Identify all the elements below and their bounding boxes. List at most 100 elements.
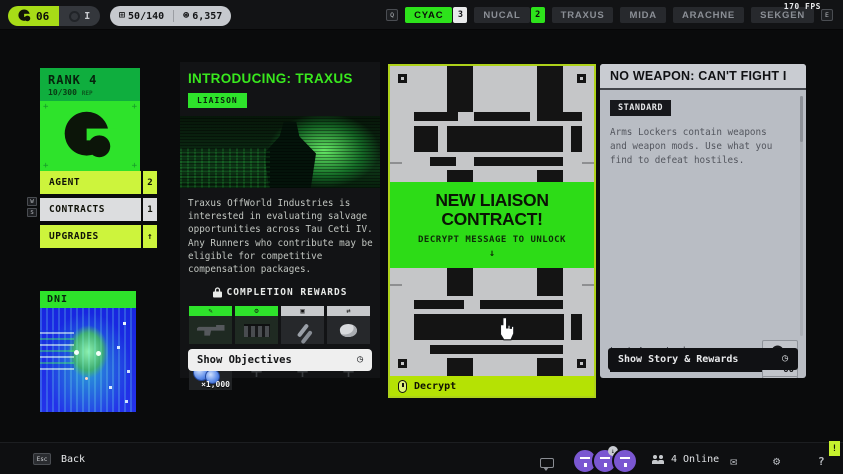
- credits-icon: ⊛: [183, 11, 189, 21]
- box-icon: ▣: [281, 306, 324, 316]
- finder-marker: [577, 74, 586, 83]
- w-keycap: W: [27, 197, 37, 206]
- squad-segment[interactable]: 06: [8, 6, 59, 26]
- cyac-logo-icon: [18, 9, 32, 23]
- ring-icon: [69, 11, 80, 22]
- avatar-logo-icon: [599, 456, 611, 467]
- reward-tile-weapon[interactable]: ✎: [189, 306, 232, 344]
- contract-banner: NEW LIAISON CONTRACT! DECRYPT MESSAGE TO…: [390, 182, 594, 268]
- tab-nucal[interactable]: NUCAL 2: [474, 7, 544, 23]
- gear-icon: ⚙: [235, 306, 278, 316]
- reward-tiles-row: ✎ ⚙ ▣ ⇄: [189, 306, 380, 344]
- clock-icon: ◷: [357, 355, 363, 365]
- rep-unit: REP: [82, 90, 93, 97]
- scrollbar-thumb[interactable]: [800, 96, 803, 142]
- credits-count: 6,357: [192, 11, 222, 22]
- barcode-bottom: [390, 268, 594, 376]
- decrypt-button[interactable]: Decrypt: [390, 376, 594, 396]
- squad-pill[interactable]: 06 I: [8, 6, 100, 26]
- contract-title: NEW LIAISON CONTRACT!: [412, 191, 572, 228]
- grid-icon: ⊞: [119, 11, 125, 21]
- online-status[interactable]: 4 Online: [652, 454, 719, 465]
- finder-marker: [398, 359, 407, 368]
- squad-number: 06: [36, 10, 49, 23]
- tab-nucal-badge: 2: [531, 7, 545, 23]
- mission-panel: NO WEAPON: CAN'T FIGHT I STANDARD Arms L…: [600, 64, 806, 378]
- tab-arachne[interactable]: ARACHNE: [673, 7, 744, 23]
- reward-tile-ammo[interactable]: ▣: [281, 306, 324, 344]
- alert-badge[interactable]: !: [829, 441, 840, 456]
- attachment-item-icon: [244, 324, 270, 337]
- show-objectives-button[interactable]: Show Objectives ◷: [188, 349, 372, 371]
- barcode-top: [390, 66, 594, 182]
- avatar-logo-icon: [579, 456, 591, 467]
- tab-mida[interactable]: MIDA: [620, 7, 665, 23]
- inventory-count: 50/140: [128, 11, 164, 22]
- finder-marker: [398, 74, 407, 83]
- faction-tab-bar: Q CYAC 3 NUCAL 2 TRAXUS MIDA ARACHNE SEK…: [386, 7, 833, 23]
- swap-icon: ⇄: [327, 306, 370, 316]
- back-button[interactable]: Esc Back: [33, 453, 85, 465]
- rank-panel: RANK 4 10/300 REP + + + +: [40, 68, 140, 173]
- finder-marker: [577, 359, 586, 368]
- credits-stat: ⊛ 6,357: [174, 6, 231, 26]
- sidebar-item-upgrades[interactable]: UPGRADES ↑: [40, 225, 157, 248]
- dni-portrait-image: [40, 308, 136, 412]
- clock-icon: ◷: [782, 354, 788, 364]
- fps-counter: 170 FPS: [784, 2, 821, 11]
- e-keycap: E: [821, 9, 833, 21]
- down-arrow-icon: ↓: [489, 248, 495, 259]
- encrypted-contract-card[interactable]: NEW LIAISON CONTRACT! DECRYPT MESSAGE TO…: [388, 64, 596, 398]
- ammo-item-icon: [296, 323, 308, 337]
- show-story-rewards-button[interactable]: Show Story & Rewards ◷: [608, 348, 798, 370]
- help-button[interactable]: ?: [818, 456, 825, 467]
- party-avatar[interactable]: [612, 448, 638, 474]
- material-item-icon: [339, 323, 358, 338]
- esc-keycap: Esc: [33, 453, 51, 465]
- barcode-pattern: [390, 66, 594, 182]
- mail-button[interactable]: ✉: [730, 455, 737, 467]
- reward-tile-material[interactable]: ⇄: [327, 306, 370, 344]
- sidebar-item-contracts[interactable]: CONTRACTS 1: [40, 198, 157, 221]
- tab-traxus[interactable]: TRAXUS: [552, 7, 614, 23]
- top-bar: 06 I ⊞ 50/140 ⊛ 6,357 170 FPS Q CYAC 3 N…: [0, 0, 843, 30]
- agent-badge: 2: [143, 171, 157, 194]
- hand-cursor-icon: [494, 316, 516, 346]
- glitch-overlay: [40, 330, 74, 370]
- people-icon: [652, 455, 665, 465]
- objective-reward-box: 60: [762, 376, 798, 378]
- rank-title: RANK 4: [48, 73, 132, 87]
- standard-tag: STANDARD: [610, 100, 671, 116]
- settings-button[interactable]: ⚙: [773, 455, 780, 467]
- liaison-tag: LIAISON: [188, 93, 247, 108]
- mission-header: NO WEAPON: CAN'T FIGHT I: [600, 64, 806, 90]
- chat-button[interactable]: [540, 458, 554, 468]
- avatar-logo-icon: [619, 456, 631, 467]
- marker-icon: ✎: [189, 306, 232, 316]
- instance-segment[interactable]: I: [59, 6, 100, 26]
- sidebar-item-agent[interactable]: AGENT 2: [40, 171, 157, 194]
- lock-icon: [213, 287, 222, 298]
- stats-pill: ⊞ 50/140 ⊛ 6,357: [110, 6, 231, 26]
- reward-tile-attachment[interactable]: ⚙: [235, 306, 278, 344]
- tab-cyac-badge: 3: [453, 7, 467, 23]
- mouse-icon: [398, 380, 407, 393]
- scrollbar[interactable]: [800, 96, 803, 336]
- q-keycap: Q: [386, 9, 398, 21]
- rank-rep: 10/300 REP: [48, 88, 132, 97]
- tab-cyac[interactable]: CYAC 3: [405, 7, 467, 23]
- rifle-item-icon: [197, 325, 225, 336]
- story-title: INTRODUCING: TRAXUS: [188, 71, 372, 86]
- dni-header: DNI: [40, 291, 136, 308]
- inventory-stat: ⊞ 50/140: [110, 6, 173, 26]
- chat-icon: [540, 458, 554, 468]
- gear-icon: ⚙: [773, 454, 780, 468]
- story-image: [180, 116, 380, 188]
- online-count: 4 Online: [671, 454, 719, 465]
- s-keycap: S: [27, 208, 37, 217]
- coin-amount: ×1,000: [201, 380, 230, 389]
- faction-emblem: + + + +: [40, 101, 140, 173]
- rank-header: RANK 4 10/300 REP: [40, 68, 140, 101]
- completion-rewards-header: COMPLETION REWARDS: [180, 287, 380, 298]
- dni-panel[interactable]: DNI: [40, 291, 136, 412]
